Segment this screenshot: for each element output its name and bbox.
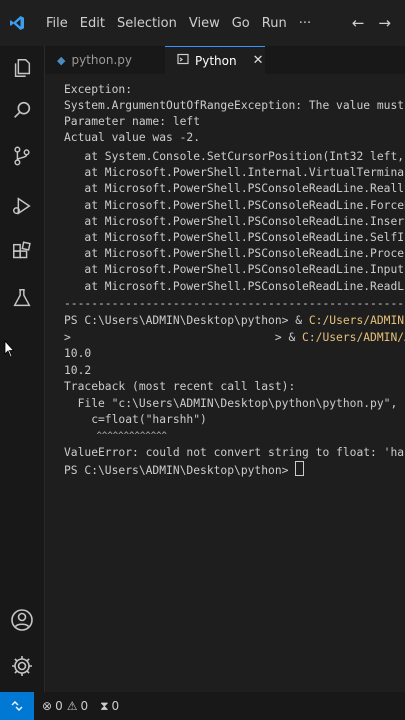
menu-bar: File Edit Selection View Go Run ··· [34,16,311,31]
forward-arrow-icon[interactable]: → [378,14,391,32]
editor-tabs: ◆ python.py Python ✕ [45,46,405,74]
terminal-tab-icon [177,53,189,68]
terminal-line: at Microsoft.PowerShell.PSConsoleReadLin… [64,263,405,276]
terminal-output: 10.2 [64,364,92,377]
terminal-line: Actual value was -2. [64,131,201,144]
close-icon[interactable]: ✕ [253,53,264,68]
terminal-panel[interactable]: Exception: System.ArgumentOutOfRangeExce… [45,74,405,692]
terminal-output: File "c:\Users\ADMIN\Desktop\python\pyth… [64,397,405,410]
menu-go[interactable]: Go [232,16,250,31]
terminal-line: Exception: [64,83,133,96]
prompt-text: PS C:\Users\ADMIN\Desktop\python> [64,464,296,477]
terminal-line: at Microsoft.PowerShell.PSConsoleReadLin… [64,215,405,228]
terminal-output: 10.0 [64,347,92,360]
run-debug-icon[interactable] [8,192,36,220]
ports-indicator[interactable]: ⧗ 0 [100,699,119,714]
run-path: C:/Users/ADMIN/A [308,314,405,327]
terminal-line: at Microsoft.PowerShell.PSConsoleReadLin… [64,199,405,212]
search-icon[interactable] [8,96,36,124]
menu-selection[interactable]: Selection [117,16,177,31]
terminal-line: at Microsoft.PowerShell.Internal.Virtual… [64,166,405,179]
ports-count: 0 [111,699,120,713]
terminal-line: at Microsoft.PowerShell.PSConsoleReadLin… [64,247,405,260]
ports-icon: ⧗ [100,698,109,713]
tab-label: Python [195,53,237,68]
terminal-line: at Microsoft.PowerShell.PSConsoleReadLin… [64,182,405,195]
tab-label: python.py [71,53,132,67]
tab-python-terminal[interactable]: Python ✕ [165,46,265,74]
menu-run[interactable]: Run [262,16,287,31]
terminal-output: c=float("harshh") [64,413,207,426]
terminal-line: at System.Console.SetCursorPosition(Int3… [64,150,405,163]
explorer-icon[interactable] [8,54,36,82]
continuation-text: > > & [64,331,303,344]
terminal-line: Parameter name: left [64,115,201,128]
tab-python-py[interactable]: ◆ python.py [45,46,165,74]
terminal-prompt-line: PS C:\Users\ADMIN\Desktop\python> [64,461,305,479]
terminal-line: at Microsoft.PowerShell.PSConsoleReadLin… [64,231,405,244]
error-count: 0 [55,699,63,713]
back-arrow-icon[interactable]: ← [352,14,365,32]
error-icon: ⊗ [42,699,53,713]
terminal-continuation-line: > > & C:/Users/ADMIN/A [64,330,405,346]
terminal-separator: ----------------------------------------… [64,297,405,310]
testing-flask-icon[interactable] [8,284,36,312]
terminal-cursor [295,461,305,476]
title-bar: File Edit Selection View Go Run ··· ← → [0,0,405,46]
warning-icon: ⚠ [66,699,78,713]
terminal-output: Traceback (most recent call last): [64,380,296,393]
account-icon[interactable] [8,606,36,634]
prompt-text: PS C:\Users\ADMIN\Desktop\python> & [64,314,309,327]
status-bar: ⊗ 0 ⚠ 0 ⧗ 0 [0,692,405,720]
python-file-icon: ◆ [57,53,66,67]
run-path: C:/Users/ADMIN/A [302,331,405,344]
settings-gear-icon[interactable] [8,652,36,680]
terminal-line: System.ArgumentOutOfRangeException: The … [64,99,405,112]
problems-indicator[interactable]: ⊗ 0 ⚠ 0 [42,699,88,713]
warning-count: 0 [80,699,89,713]
activity-bar [0,46,45,692]
nav-controls: ← → [352,0,405,46]
menu-edit[interactable]: Edit [80,16,105,31]
menu-file[interactable]: File [46,16,68,31]
mouse-pointer-icon [4,340,14,358]
terminal-output: ValueError: could not convert string to … [64,446,405,459]
remote-icon[interactable] [0,692,34,720]
vscode-logo-icon [0,0,34,46]
terminal-line: at Microsoft.PowerShell.PSConsoleReadLin… [64,280,405,293]
extensions-icon[interactable] [8,238,36,266]
terminal-output: ^^^^^^^^^^^^^ [64,431,167,441]
menu-view[interactable]: View [189,16,220,31]
source-control-icon[interactable] [8,142,36,170]
terminal-prompt-line: PS C:\Users\ADMIN\Desktop\python> & C:/U… [64,313,405,329]
menu-more[interactable]: ··· [299,16,311,31]
